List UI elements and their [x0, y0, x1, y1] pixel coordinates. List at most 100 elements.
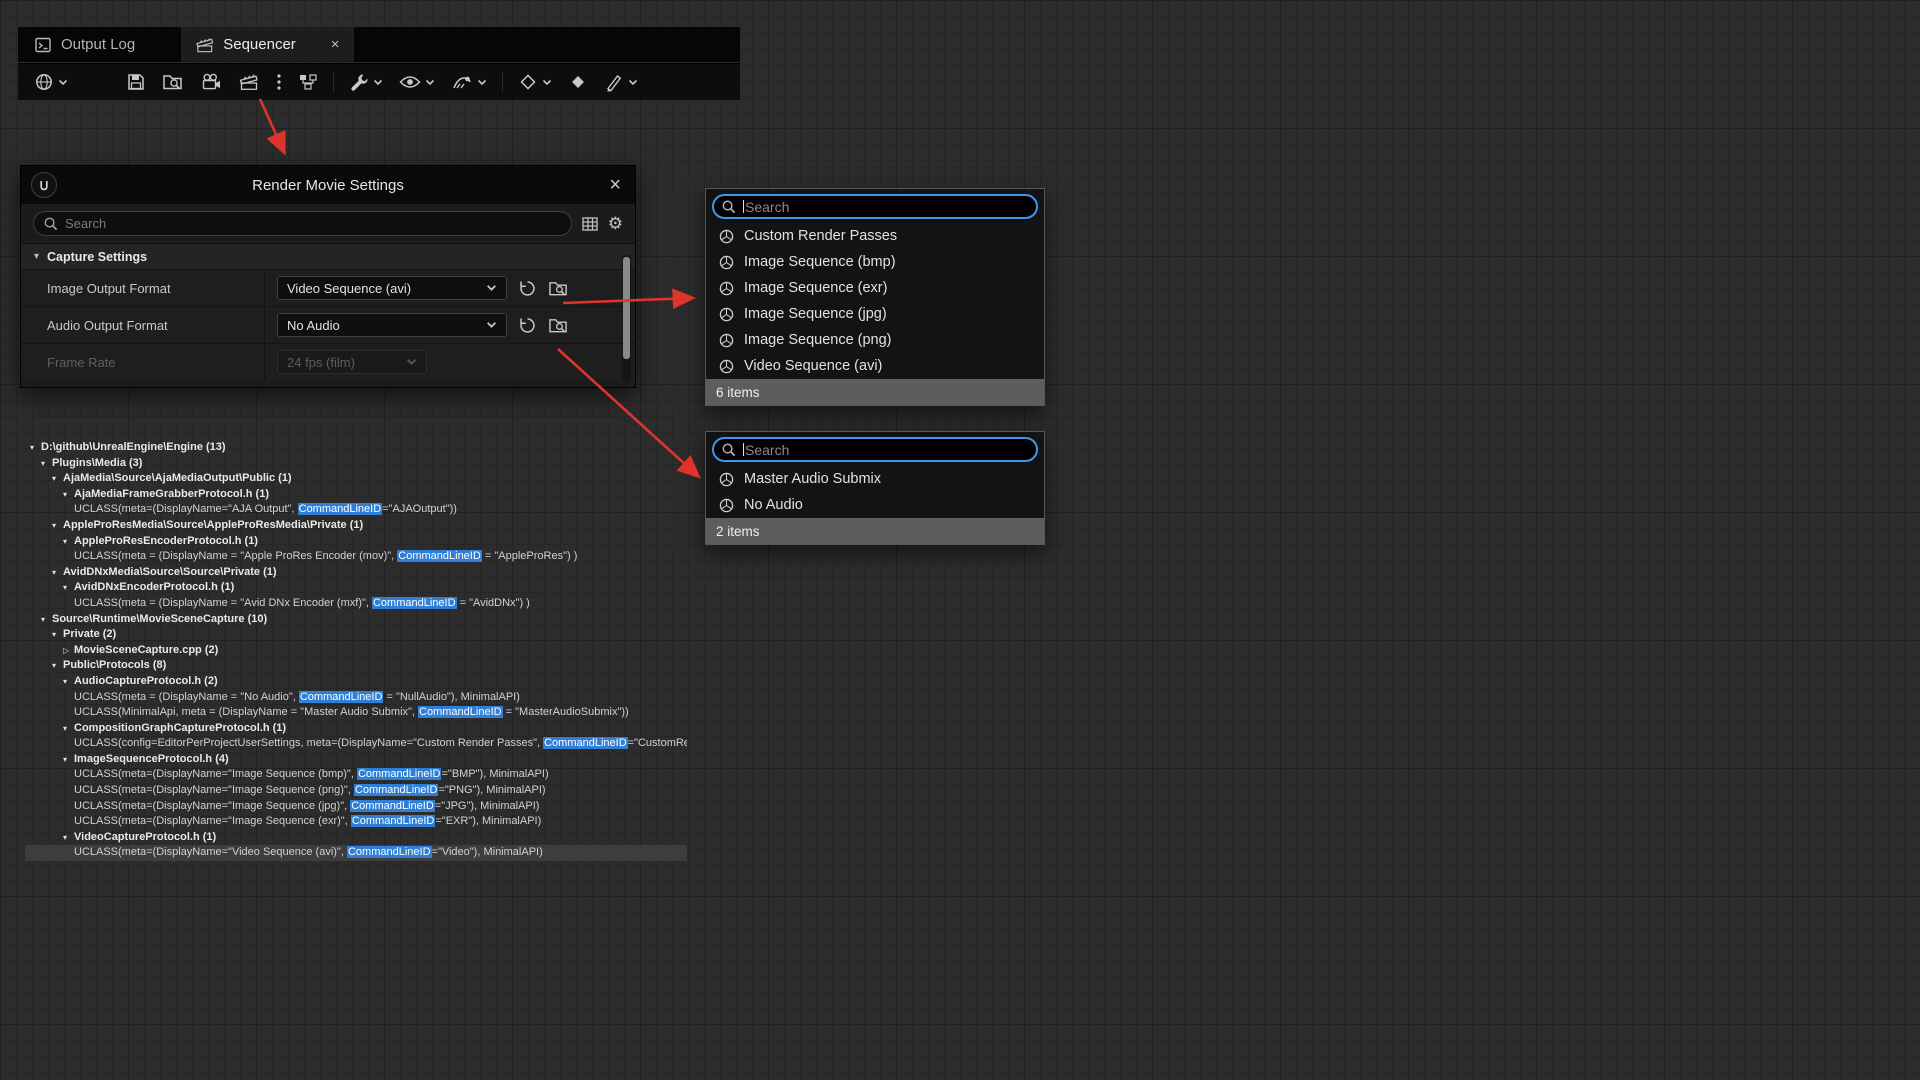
curve-editor-button[interactable] — [596, 64, 646, 100]
expanded-arrow-icon[interactable]: ▾ — [52, 658, 63, 674]
tree-node[interactable]: ▾D:\github\UnrealEngine\Engine (13) — [25, 440, 687, 456]
search-result-line[interactable]: UCLASS(meta=(DisplayName="Video Sequence… — [25, 845, 687, 861]
sequence-browser-button[interactable] — [26, 64, 76, 100]
expanded-arrow-icon[interactable]: ▾ — [63, 580, 74, 596]
tree-node[interactable]: ▾VideoCaptureProtocol.h (1) — [25, 830, 687, 846]
settings-search-input[interactable] — [33, 211, 572, 236]
search-result-line[interactable]: UCLASS(meta = (DisplayName = "No Audio",… — [25, 690, 687, 706]
tree-node[interactable]: ▾Source\Runtime\MovieSceneCapture (10) — [25, 612, 687, 628]
tree-node-label: Source\Runtime\MovieSceneCapture (10) — [52, 613, 267, 625]
tab-sequencer[interactable]: Sequencer × — [181, 27, 353, 62]
tree-node[interactable]: ▾Public\Protocols (8) — [25, 658, 687, 674]
expanded-arrow-icon[interactable]: ▾ — [41, 456, 52, 472]
tree-node[interactable]: ▾AudioCaptureProtocol.h (2) — [25, 674, 687, 690]
output-log-icon — [34, 36, 52, 54]
expanded-arrow-icon[interactable]: ▾ — [41, 612, 52, 628]
tree-node[interactable]: ▾Plugins\Media (3) — [25, 456, 687, 472]
tree-node[interactable]: ▾ImageSequenceProtocol.h (4) — [25, 752, 687, 768]
popup-search-box — [706, 432, 1044, 466]
search-result-line[interactable]: UCLASS(meta=(DisplayName="Image Sequence… — [25, 814, 687, 830]
expanded-arrow-icon[interactable]: ▾ — [52, 627, 63, 643]
option-no-audio[interactable]: No Audio — [706, 492, 1044, 518]
create-camera-button[interactable] — [192, 64, 230, 100]
option-image-sequence-bmp[interactable]: Image Sequence (bmp) — [706, 249, 1044, 275]
use-selected-asset-icon[interactable] — [518, 316, 537, 335]
expanded-arrow-icon[interactable]: ▾ — [63, 721, 74, 737]
render-movie-button[interactable] — [230, 64, 268, 100]
cine-camera-icon — [200, 72, 222, 92]
save-button[interactable] — [118, 64, 154, 100]
search-match-highlight: CommandLineID — [347, 846, 432, 858]
search-result-line[interactable]: UCLASS(meta=(DisplayName="Image Sequence… — [25, 767, 687, 783]
expanded-arrow-icon[interactable]: ▾ — [63, 830, 74, 846]
search-result-line[interactable]: UCLASS(meta = (DisplayName = "Apple ProR… — [25, 549, 687, 565]
tree-node[interactable]: ▾AppleProResEncoderProtocol.h (1) — [25, 534, 687, 550]
code-text: ="CustomRenderPasses"), MinimalAPI) — [628, 737, 687, 749]
search-result-line[interactable]: UCLASS(meta=(DisplayName="Image Sequence… — [25, 799, 687, 815]
browse-to-asset-icon[interactable] — [548, 279, 569, 298]
actions-button[interactable] — [341, 64, 391, 100]
dialog-search-row: ⚙ — [21, 204, 635, 243]
option-video-sequence-avi[interactable]: Video Sequence (avi) — [706, 353, 1044, 379]
dropdown-value: 24 fps (film) — [287, 355, 355, 370]
expanded-arrow-icon[interactable]: ▾ — [63, 487, 74, 503]
expanded-arrow-icon[interactable]: ▾ — [63, 674, 74, 690]
gear-icon[interactable]: ⚙ — [608, 215, 623, 232]
outliner-button[interactable] — [290, 64, 326, 100]
keyframe-options-button[interactable] — [510, 64, 560, 100]
section-collapse-icon[interactable]: ▾ — [34, 251, 39, 262]
option-master-audio-submix[interactable]: Master Audio Submix — [706, 466, 1044, 492]
tree-node[interactable]: ▾AjaMediaFrameGrabberProtocol.h (1) — [25, 487, 687, 503]
search-result-line[interactable]: UCLASS(meta = (DisplayName = "Avid DNx E… — [25, 596, 687, 612]
search-result-line[interactable]: UCLASS(meta=(DisplayName="AJA Output", C… — [25, 502, 687, 518]
popup-search-input[interactable] — [712, 437, 1038, 462]
auto-key-button[interactable] — [560, 64, 596, 100]
expanded-arrow-icon[interactable]: ▾ — [52, 471, 63, 487]
close-dialog-icon[interactable]: × — [609, 172, 621, 198]
tab-output-log[interactable]: Output Log — [18, 27, 181, 62]
option-image-sequence-exr[interactable]: Image Sequence (exr) — [706, 275, 1044, 301]
search-result-line[interactable]: UCLASS(MinimalApi, meta = (DisplayName =… — [25, 705, 687, 721]
scrollbar-thumb[interactable] — [623, 257, 630, 359]
tree-node[interactable]: ▾AppleProResMedia\Source\AppleProResMedi… — [25, 518, 687, 534]
tree-node[interactable]: ▷MovieSceneCapture.cpp (2) — [25, 643, 687, 659]
expanded-arrow-icon[interactable]: ▾ — [63, 534, 74, 550]
option-label: Master Audio Submix — [744, 471, 881, 487]
search-result-line[interactable]: UCLASS(meta=(DisplayName="Image Sequence… — [25, 783, 687, 799]
close-tab-icon[interactable]: × — [331, 37, 340, 52]
tree-node[interactable]: ▾AjaMedia\Source\AjaMediaOutput\Public (… — [25, 471, 687, 487]
view-options-button[interactable] — [391, 64, 443, 100]
dialog-scrollbar[interactable] — [622, 255, 631, 381]
dialog-titlebar[interactable]: Render Movie Settings × — [21, 166, 635, 204]
sequencer-toolbar — [18, 63, 740, 100]
tree-node-label: Private (2) — [63, 628, 116, 640]
tree-node[interactable]: ▾Private (2) — [25, 627, 687, 643]
options-menu-button[interactable] — [268, 64, 290, 100]
popup-search-input[interactable] — [712, 194, 1038, 219]
expanded-arrow-icon[interactable]: ▾ — [30, 440, 41, 456]
search-match-highlight: CommandLineID — [543, 737, 628, 749]
toolbar-separator — [333, 72, 334, 92]
column-view-icon[interactable] — [581, 215, 599, 233]
code-search-results: ▾D:\github\UnrealEngine\Engine (13)▾Plug… — [25, 440, 687, 861]
expanded-arrow-icon[interactable]: ▾ — [52, 565, 63, 581]
image-output-format-dropdown[interactable]: Video Sequence (avi) — [277, 276, 507, 300]
option-custom-render-passes[interactable]: Custom Render Passes — [706, 223, 1044, 249]
option-image-sequence-jpg[interactable]: Image Sequence (jpg) — [706, 301, 1044, 327]
playback-options-button[interactable] — [443, 64, 495, 100]
class-icon — [719, 255, 734, 270]
collapsed-arrow-icon[interactable]: ▷ — [63, 643, 74, 659]
use-selected-asset-icon[interactable] — [518, 279, 537, 298]
capture-settings-header[interactable]: ▾ Capture Settings — [21, 243, 635, 269]
audio-output-format-dropdown[interactable]: No Audio — [277, 313, 507, 337]
tree-node[interactable]: ▾AvidDNxMedia\Source\Source\Private (1) — [25, 565, 687, 581]
tree-node[interactable]: ▾CompositionGraphCaptureProtocol.h (1) — [25, 721, 687, 737]
expanded-arrow-icon[interactable]: ▾ — [52, 518, 63, 534]
expanded-arrow-icon[interactable]: ▾ — [63, 752, 74, 768]
browse-to-asset-icon[interactable] — [548, 316, 569, 335]
option-image-sequence-png[interactable]: Image Sequence (png) — [706, 327, 1044, 353]
search-result-line[interactable]: UCLASS(config=EditorPerProjectUserSettin… — [25, 736, 687, 752]
item-count-footer: 6 items — [706, 379, 1044, 405]
tree-node[interactable]: ▾AvidDNxEncoderProtocol.h (1) — [25, 580, 687, 596]
find-in-content-browser-button[interactable] — [154, 64, 192, 100]
